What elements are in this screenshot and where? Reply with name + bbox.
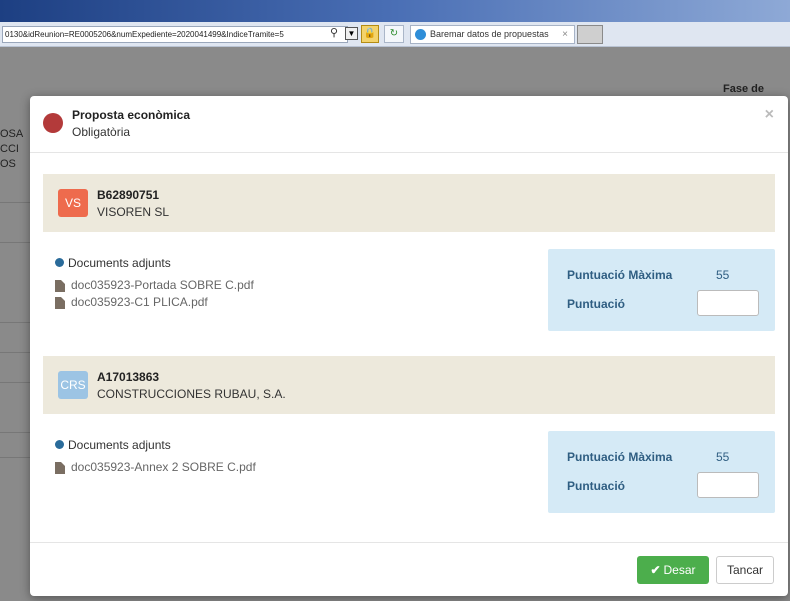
close-icon[interactable]: × <box>765 106 774 124</box>
browser-tab[interactable]: Baremar datos de propuestas × <box>410 25 575 44</box>
company-avatar: VS <box>58 189 88 217</box>
document-filename[interactable]: doc035923-Annex 2 SOBRE C.pdf <box>71 460 256 474</box>
check-icon: ✔ <box>650 563 661 577</box>
company-id: B62890751 <box>97 188 160 202</box>
background-text-line: CCI <box>0 143 19 155</box>
max-score-label: Puntuació Màxima <box>567 450 673 464</box>
background-left-text: OSA CCI OS <box>0 127 30 172</box>
tab-title: Baremar datos de propuestas <box>430 29 549 39</box>
modal-subtitle: Obligatòria <box>72 125 131 139</box>
window-titlebar <box>0 0 790 22</box>
divider <box>0 432 30 433</box>
company-name: VISOREN SL <box>97 205 170 219</box>
company-header: VS B62890751 VISOREN SL <box>43 174 775 232</box>
modal-title: Proposta econòmica <box>72 108 191 122</box>
background-text-line: OS <box>0 158 16 170</box>
documents-label: Documents adjunts <box>68 438 171 452</box>
company-header: CRS A17013863 CONSTRUCCIONES RUBAU, S.A. <box>43 356 775 414</box>
dropdown-arrow-icon[interactable]: ▼ <box>345 27 358 40</box>
bullet-icon <box>55 258 64 267</box>
score-label: Puntuació <box>567 297 626 311</box>
refresh-icon[interactable]: ↻ <box>384 25 404 43</box>
save-button-label: Desar <box>663 563 696 577</box>
background-text-line: OSA <box>0 128 24 140</box>
file-icon <box>55 462 65 474</box>
company-avatar: CRS <box>58 371 88 399</box>
documents-label: Documents adjunts <box>68 256 171 270</box>
documents-heading: Documents adjunts <box>55 436 535 454</box>
max-score-label: Puntuació Màxima <box>567 268 673 282</box>
max-score-value: 55 <box>716 268 730 282</box>
new-tab-button[interactable] <box>577 25 603 44</box>
file-icon <box>55 280 65 292</box>
document-link[interactable]: doc035923-Portada SOBRE C.pdf <box>55 277 535 294</box>
divider <box>0 457 30 458</box>
divider <box>0 382 30 383</box>
file-icon <box>55 297 65 309</box>
score-input[interactable] <box>697 472 759 498</box>
ie-icon <box>415 29 426 41</box>
browser-toolbar: 0130&idReunion=RE0005206&numExpediente=2… <box>0 22 790 47</box>
document-link[interactable]: doc035923-Annex 2 SOBRE C.pdf <box>55 459 535 476</box>
document-link[interactable]: doc035923-C1 PLICA.pdf <box>55 294 535 311</box>
documents-heading: Documents adjunts <box>55 254 535 272</box>
modal-header: Proposta econòmica Obligatòria × <box>30 96 788 153</box>
modal-footer: ✔ Desar Tancar <box>30 542 788 597</box>
tab-close-icon[interactable]: × <box>562 26 568 43</box>
company-id: A17013863 <box>97 370 160 384</box>
address-bar[interactable]: 0130&idReunion=RE0005206&numExpediente=2… <box>2 26 348 43</box>
max-score-value: 55 <box>716 450 730 464</box>
modal-dialog: Proposta econòmica Obligatòria × VS B628… <box>30 96 788 596</box>
search-icon[interactable]: ⚲ <box>330 27 342 39</box>
cancel-button[interactable]: Tancar <box>716 556 774 584</box>
divider <box>0 322 30 323</box>
documents-section: Documents adjunts doc035923-Portada SOBR… <box>55 254 535 311</box>
score-label: Puntuació <box>567 479 626 493</box>
divider <box>0 202 30 203</box>
lock-icon[interactable]: 🔒 <box>361 25 379 43</box>
divider <box>0 242 30 243</box>
document-filename[interactable]: doc035923-Portada SOBRE C.pdf <box>71 278 254 292</box>
divider <box>0 352 30 353</box>
score-panel: Puntuació Màxima 55 Puntuació <box>548 249 775 331</box>
score-panel: Puntuació Màxima 55 Puntuació <box>548 431 775 513</box>
save-button[interactable]: ✔ Desar <box>637 556 709 584</box>
documents-section: Documents adjunts doc035923-Annex 2 SOBR… <box>55 436 535 476</box>
score-input[interactable] <box>697 290 759 316</box>
status-dot-icon <box>43 113 63 133</box>
background-header: Fase de <box>723 83 764 95</box>
document-filename[interactable]: doc035923-C1 PLICA.pdf <box>71 295 208 309</box>
bullet-icon <box>55 440 64 449</box>
company-name: CONSTRUCCIONES RUBAU, S.A. <box>97 387 286 401</box>
